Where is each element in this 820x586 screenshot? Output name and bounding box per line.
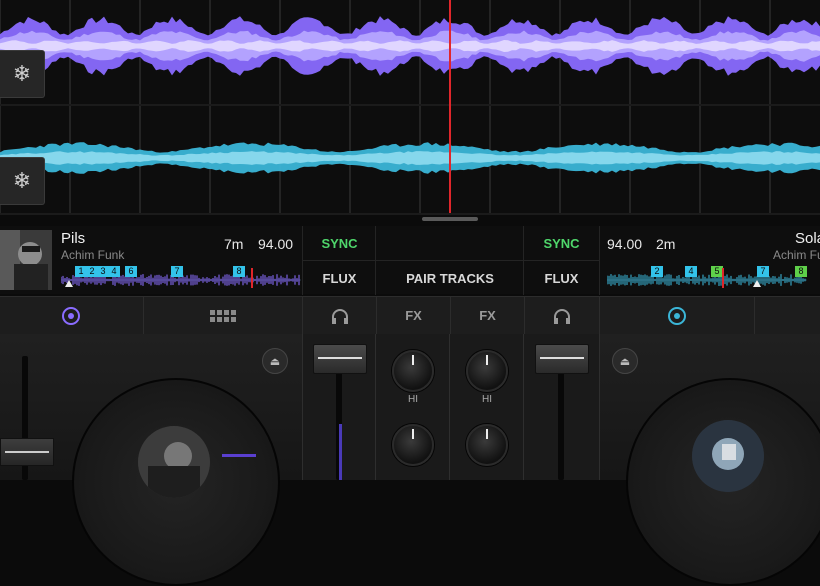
deck-a-eject-button[interactable]: ⏏ (262, 348, 288, 374)
deck-a-start-marker-icon (65, 280, 73, 287)
deck-b-artist: Achim Fu (773, 248, 820, 262)
deck-b-mode-button[interactable] (599, 297, 754, 334)
deck-a-bpm: 94.00 (258, 236, 294, 252)
deck-b-bpm: 94.00 (607, 236, 643, 252)
deck-a-volume-fader[interactable] (313, 344, 367, 374)
deck-b-start-marker-icon (753, 280, 761, 287)
deck-a-platter-indicator (222, 454, 256, 457)
deck-b-overview-waveform (606, 274, 807, 286)
deck-b-headphones-button[interactable] (524, 297, 599, 334)
deck-b-volume-fader[interactable] (535, 344, 589, 374)
deck-a-cue-6[interactable]: 6 (125, 266, 137, 277)
snowflake-icon: ❄ (12, 168, 32, 193)
deck-b-sync-button[interactable]: SYNC (523, 226, 600, 260)
deck-b-jog-wheel[interactable] (626, 378, 820, 586)
deck-a-position-marker (251, 268, 253, 288)
deck-a-mode-button[interactable] (0, 297, 142, 334)
track-info-strip: Pils Achim Funk 7m 94.00 1 2 3 4 6 7 8 S… (0, 226, 820, 295)
deck-b-volume-track (558, 364, 564, 480)
deck-b-cue-4[interactable]: 4 (685, 266, 697, 277)
deck-a-sync-label: SYNC (321, 235, 358, 251)
fader-line (318, 357, 362, 359)
deck-a-hi-label: HI (408, 394, 418, 405)
deck-a-hi-knob[interactable] (392, 350, 434, 392)
deck-b-overview[interactable]: 2 4 5 7 8 (606, 264, 807, 288)
fader-line (540, 357, 584, 359)
deck-b-cue-8[interactable]: 8 (795, 266, 807, 277)
deck-tool-row: FX FX (0, 296, 820, 335)
deck-b-cue-2[interactable]: 2 (651, 266, 663, 277)
deck-a-time-remaining: 7m (224, 236, 244, 252)
fx-right-label: FX (479, 308, 496, 323)
deck-a-platter-artwork (138, 426, 210, 498)
deck-a-headphones-button[interactable] (302, 297, 376, 334)
record-icon (62, 306, 80, 325)
deck-a-cue-4[interactable]: 4 (108, 266, 120, 277)
deck-a-title: Pils (61, 230, 86, 247)
waveform-bottom-divider (0, 213, 820, 215)
deck-b-volume-column (523, 334, 600, 480)
fx-right-button[interactable]: FX (450, 297, 524, 334)
playhead-marker (449, 0, 451, 213)
eject-icon: ⏏ (619, 355, 631, 368)
knob-indicator (412, 429, 414, 439)
deck-b-position-marker (722, 268, 724, 288)
deck-b-sync-label: SYNC (543, 235, 580, 251)
deck-a-jog-wheel[interactable] (72, 378, 280, 586)
deck-b-hi-knob[interactable] (466, 350, 508, 392)
center-empty-cell (375, 226, 524, 260)
platter-artwork-image (692, 420, 764, 492)
deck-b-flux-button[interactable]: FLUX (523, 260, 600, 295)
deck-b-waveform[interactable] (0, 106, 820, 214)
fader-line (5, 451, 49, 453)
deck-b-time-remaining: 2m (656, 236, 676, 252)
deck-a-overview[interactable]: 1 2 3 4 6 7 8 (60, 264, 301, 288)
panel-drag-handle[interactable] (422, 217, 478, 221)
deck-a-artist: Achim Funk (61, 248, 125, 262)
deck-a-cue-8[interactable]: 8 (233, 266, 245, 277)
deck-a-pitch-fader[interactable] (0, 438, 54, 466)
grid-icon (210, 309, 236, 322)
fx-left-label: FX (405, 308, 422, 323)
fx-left-column: HI (375, 334, 450, 480)
pair-tracks-button[interactable]: PAIR TRACKS (375, 260, 524, 295)
eject-icon: ⏏ (269, 355, 281, 368)
artwork-image (0, 230, 52, 290)
deck-a-mid-knob[interactable] (392, 424, 434, 466)
knob-indicator (486, 429, 488, 439)
deck-a-flux-button[interactable]: FLUX (302, 260, 376, 295)
deck-b-hi-label: HI (482, 394, 492, 405)
deck-b-freeze-button[interactable]: ❄ (0, 157, 45, 205)
fx-right-column: HI (449, 334, 524, 480)
deck-a-cue-7[interactable]: 7 (171, 266, 183, 277)
deck-a-waveform-graphic (0, 0, 820, 104)
deck-b-flux-label: FLUX (544, 270, 579, 286)
snowflake-icon: ❄ (12, 61, 32, 86)
deck-a-sync-button[interactable]: SYNC (302, 226, 376, 260)
deck-a-artwork[interactable] (0, 230, 52, 290)
knob-indicator (486, 355, 488, 365)
headphones-icon (554, 308, 570, 324)
deck-b-waveform-graphic (0, 106, 820, 214)
deck-a-freeze-button[interactable]: ❄ (0, 50, 45, 98)
deck-b-mid-knob[interactable] (466, 424, 508, 466)
waveform-area[interactable]: ❄ ❄ (0, 0, 820, 215)
headphones-icon (331, 308, 348, 324)
deck-a-flux-label: FLUX (322, 270, 357, 286)
deck-b-platter-artwork (692, 420, 764, 492)
knob-indicator (412, 355, 414, 365)
record-icon (668, 306, 686, 325)
platter-artwork-image (138, 426, 210, 498)
fx-left-button[interactable]: FX (376, 297, 450, 334)
pair-tracks-label: PAIR TRACKS (406, 270, 494, 286)
deck-a-volume-column (302, 334, 376, 480)
deck-b-pads-button[interactable] (754, 297, 820, 334)
deck-a-level-meter (339, 424, 342, 480)
deck-a-pads-button[interactable] (143, 297, 302, 334)
deck-b-eject-button[interactable]: ⏏ (612, 348, 638, 374)
deck-b-title: Sola (795, 230, 820, 247)
deck-a-waveform[interactable] (0, 0, 820, 104)
deck-b-cue-7[interactable]: 7 (757, 266, 769, 277)
